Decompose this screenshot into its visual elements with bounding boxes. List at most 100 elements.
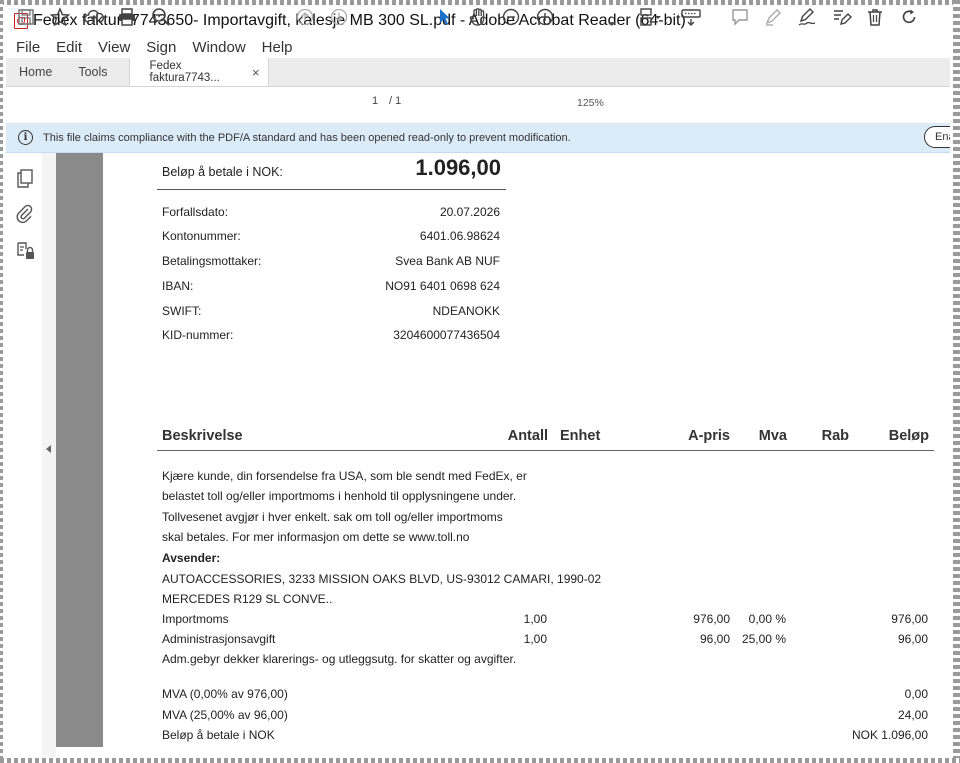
due-date-label: Forfallsdato: (162, 205, 229, 219)
menu-sign[interactable]: Sign (146, 39, 176, 56)
item-quantity: 1,00 (523, 612, 547, 626)
kid-label: KID-nummer: (162, 328, 234, 342)
item-amount: 976,00 (891, 612, 928, 626)
enable-editing-button[interactable]: Ena (924, 126, 950, 148)
account-number-value: 6401.06.98624 (419, 229, 500, 243)
zoom-in-icon[interactable] (536, 6, 554, 28)
sender-label: Avsender: (162, 551, 221, 565)
header-vat: Mva (758, 428, 787, 444)
previous-page-icon[interactable] (296, 6, 314, 28)
pdf-page: Beløp å betale i NOK: 1.096,00 Forfallsd… (103, 153, 947, 747)
payee-label: Betalingsmottaker: (162, 254, 262, 268)
comment-icon[interactable] (730, 6, 750, 28)
swift-label: SWIFT: (162, 304, 202, 318)
menu-bar: File Edit View Sign Window Help (6, 36, 950, 58)
vat-25-label: MVA (25,00% av 96,00) (162, 708, 288, 722)
swift-value: NDEANOKK (432, 304, 500, 318)
header-unit: Enhet (560, 428, 601, 444)
amount-due-label: Beløp å betale i NOK: (162, 165, 283, 179)
due-date-value: 20.07.2026 (439, 205, 500, 219)
tab-document[interactable]: Fedex faktura7743... × (128, 58, 269, 86)
collapse-arrow-icon[interactable] (46, 445, 51, 453)
window-border-top (0, 0, 960, 5)
amount-divider (157, 189, 506, 190)
zoom-level-dropdown[interactable]: 125% (577, 97, 604, 109)
payee-value: Svea Bank AB NUF (395, 254, 500, 268)
item-unit-price: 96,00 (699, 632, 730, 646)
certificate-lock-icon[interactable] (16, 241, 34, 259)
panel-collapse-handle[interactable] (42, 153, 56, 757)
item-description: Administrasjonsavgift (162, 632, 276, 646)
fee-note: Adm.gebyr dekker klarerings- og utleggsu… (162, 652, 517, 666)
next-page-icon[interactable] (330, 6, 348, 28)
vat-25-value: 24,00 (897, 708, 928, 722)
pdfa-info-bar: i This file claims compliance with the P… (6, 123, 950, 153)
item-vat: 0,00 % (748, 612, 786, 626)
header-amount: Beløp (888, 428, 929, 444)
window-border-left (0, 0, 3, 763)
item-vat: 25,00 % (741, 632, 786, 646)
header-unit-price: A-pris (688, 428, 730, 444)
sender-line-1: AUTOACCESSORIES, 3233 MISSION OAKS BLVD,… (162, 572, 602, 586)
edit-pdf-icon[interactable] (831, 6, 853, 28)
vat-zero-label: MVA (0,00% av 976,00) (162, 687, 288, 701)
zoom-chevron-down-icon[interactable] (608, 13, 616, 35)
header-description: Beskrivelse (162, 428, 243, 444)
kid-value: 3204600077436504 (393, 328, 500, 342)
item-amount: 96,00 (897, 632, 928, 646)
header-quantity: Antall (507, 428, 548, 444)
menu-window[interactable]: Window (192, 39, 245, 56)
menu-file[interactable]: File (16, 39, 40, 56)
fill-sign-icon[interactable] (797, 6, 817, 28)
delete-trash-icon[interactable] (865, 6, 885, 28)
page-display-icon[interactable] (639, 6, 663, 28)
window-border-bottom (0, 758, 960, 763)
bookmark-star-icon[interactable] (50, 6, 70, 28)
total-due-value: NOK 1.096,00 (851, 728, 928, 742)
table-header-divider (157, 450, 934, 451)
tab-tools[interactable]: Tools (65, 58, 120, 86)
toolbar (6, 87, 950, 124)
keyboard-read-mode-icon[interactable] (680, 6, 702, 28)
item-description: Importmoms (162, 612, 229, 626)
intro-line-1: Kjære kunde, din forsendelse fra USA, so… (162, 469, 527, 483)
item-quantity: 1,00 (523, 632, 547, 646)
print-icon[interactable] (117, 6, 137, 28)
window-border-right (953, 0, 960, 763)
intro-line-4: skal betales. For mer informasjon om det… (162, 530, 470, 544)
sender-line-2: MERCEDES R129 SL CONVE.. (162, 592, 333, 606)
highlight-pen-icon[interactable] (763, 6, 783, 28)
upload-cloud-icon[interactable] (84, 6, 104, 28)
account-number-label: Kontonummer: (162, 229, 241, 243)
total-due-label: Beløp å betale i NOK (162, 728, 275, 742)
amount-due-value: 1.096,00 (415, 155, 501, 180)
tab-bar: Home Tools Fedex faktura7743... × (6, 58, 950, 87)
iban-value: NO91 6401 0698 624 (385, 279, 500, 293)
vat-zero-value: 0,00 (904, 687, 928, 701)
left-navigation-panel (6, 153, 43, 757)
select-cursor-icon[interactable] (436, 6, 452, 28)
tab-document-label: Fedex faktura7743... (149, 60, 220, 84)
document-background (56, 153, 103, 747)
intro-line-3: Tollvesenet avgjør i hver enkelt. sak om… (162, 510, 503, 524)
page-thumbnails-icon[interactable] (16, 169, 34, 188)
intro-line-2: belastet toll og/eller importmoms i henh… (162, 489, 517, 503)
iban-label: IBAN: (162, 279, 194, 293)
rotate-icon[interactable] (899, 6, 919, 28)
page-total: / 1 (389, 95, 402, 107)
attachments-paperclip-icon[interactable] (16, 204, 34, 224)
menu-edit[interactable]: Edit (56, 39, 82, 56)
zoom-search-icon[interactable] (151, 6, 171, 28)
menu-help[interactable]: Help (262, 39, 293, 56)
tab-home[interactable]: Home (6, 58, 65, 86)
hand-tool-icon[interactable] (468, 6, 488, 28)
tab-close-icon[interactable]: × (252, 65, 260, 80)
page-number-input[interactable]: 1 (372, 95, 378, 107)
pdfa-info-message: This file claims compliance with the PDF… (43, 131, 571, 144)
menu-view[interactable]: View (98, 39, 130, 56)
item-unit-price: 976,00 (693, 612, 730, 626)
header-discount: Rab (821, 428, 849, 444)
save-icon[interactable] (17, 6, 35, 28)
zoom-out-icon[interactable] (502, 6, 520, 28)
info-icon: i (18, 130, 33, 145)
